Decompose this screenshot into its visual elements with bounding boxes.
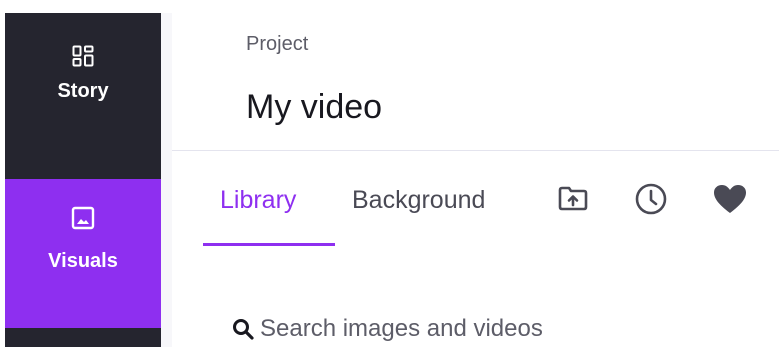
sidebar-item-label: Story <box>57 80 109 102</box>
project-name[interactable]: My video <box>246 88 382 127</box>
sidebar-item-story[interactable]: Story <box>5 13 161 179</box>
grid-icon <box>72 45 94 67</box>
image-icon <box>71 206 95 230</box>
search-icon <box>233 319 254 340</box>
sidebar: Story Visuals <box>5 13 161 347</box>
top-strip <box>0 0 779 13</box>
active-tab-indicator <box>203 243 335 246</box>
tab-library[interactable]: Library <box>220 186 296 215</box>
clock-icon[interactable] <box>634 182 668 216</box>
heart-icon[interactable] <box>713 184 747 214</box>
tab-bar: Library Background <box>172 151 779 251</box>
project-label: Project <box>246 33 309 55</box>
tab-background[interactable]: Background <box>352 186 485 215</box>
sidebar-item-visuals[interactable]: Visuals <box>5 179 161 328</box>
panel-divider <box>161 13 172 347</box>
sidebar-item-label: Visuals <box>48 250 118 272</box>
folder-upload-icon[interactable] <box>558 184 588 212</box>
search-bar <box>232 312 772 346</box>
search-input[interactable] <box>260 315 740 343</box>
